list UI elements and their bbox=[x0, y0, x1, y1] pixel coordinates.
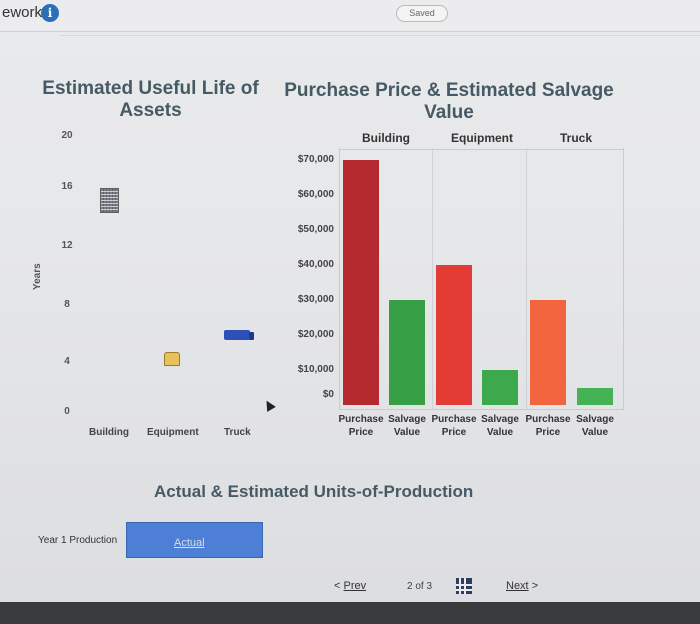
bar-truck-purchase bbox=[530, 300, 566, 405]
units-of-production-title: Actual & Estimated Units-of-Production bbox=[154, 482, 474, 501]
category-label-equipment: Equipment bbox=[147, 427, 199, 438]
bar-label: Salvage Value bbox=[476, 413, 524, 439]
years-tick-label: 8 bbox=[64, 299, 70, 310]
years-tick-label: 16 bbox=[61, 181, 73, 192]
bar-label-line: Salvage bbox=[481, 414, 519, 425]
price-tick-label: $0 bbox=[322, 389, 334, 400]
actual-label: Actual bbox=[174, 537, 205, 549]
bar-label-line: Price bbox=[348, 427, 374, 438]
bar-label: Salvage Value bbox=[571, 413, 619, 439]
info-icon[interactable]: i bbox=[41, 4, 59, 22]
bar-label-line: Purchase bbox=[431, 414, 477, 425]
bar-label: Purchase Price bbox=[430, 413, 478, 439]
page-indicator: 2 of 3 bbox=[407, 581, 433, 592]
bar-label-line: Price bbox=[535, 427, 561, 438]
top-bar: ework i Saved bbox=[0, 0, 700, 32]
bar-equipment-salvage bbox=[482, 370, 518, 405]
equipment-icon[interactable] bbox=[164, 352, 180, 366]
bar-equipment-purchase bbox=[436, 265, 472, 405]
price-tick-label: $70,000 bbox=[297, 154, 334, 165]
group-head-equipment: Equipment bbox=[451, 131, 513, 145]
mouse-cursor-icon bbox=[262, 398, 276, 412]
bar-label: Purchase Price bbox=[524, 413, 572, 439]
bottom-bezel bbox=[0, 602, 700, 624]
bar-label-line: Value bbox=[486, 427, 514, 438]
bar-label-line: Salvage bbox=[388, 414, 426, 425]
group-head-building: Building bbox=[362, 131, 410, 145]
group-divider bbox=[432, 148, 433, 410]
building-icon[interactable] bbox=[100, 188, 119, 213]
years-tick-label: 4 bbox=[64, 356, 70, 367]
divider bbox=[60, 35, 700, 36]
price-tick-label: $40,000 bbox=[297, 259, 334, 270]
bar-label-line: Purchase bbox=[525, 414, 571, 425]
bar-building-purchase bbox=[343, 160, 379, 405]
bar-label-line: Value bbox=[581, 427, 609, 438]
useful-life-chart-title: Estimated Useful Life of Assets bbox=[42, 78, 259, 121]
years-tick-label: 0 bbox=[64, 406, 70, 417]
bar-label-line: Purchase bbox=[338, 414, 384, 425]
year1-production-label: Year 1 Production bbox=[38, 535, 118, 546]
years-tick-label: 20 bbox=[61, 130, 73, 141]
group-divider bbox=[526, 148, 527, 410]
price-tick-label: $60,000 bbox=[297, 189, 334, 200]
bar-building-salvage bbox=[389, 300, 425, 405]
chevron-right-icon: > bbox=[531, 580, 539, 592]
app-title: ework bbox=[2, 4, 43, 21]
truck-icon[interactable] bbox=[224, 330, 254, 340]
price-chart-title: Purchase Price & Estimated Salvage Value bbox=[284, 80, 614, 123]
price-tick-label: $20,000 bbox=[297, 329, 334, 340]
bar-label: Purchase Price bbox=[337, 413, 385, 439]
saved-status-badge: Saved bbox=[396, 5, 448, 22]
grid-menu-icon[interactable] bbox=[456, 578, 472, 594]
bar-label-line: Value bbox=[393, 427, 421, 438]
prev-label: Prev bbox=[343, 580, 367, 592]
category-label-truck: Truck bbox=[224, 427, 251, 438]
bar-label-line: Salvage bbox=[576, 414, 614, 425]
price-tick-label: $30,000 bbox=[297, 294, 334, 305]
bar-truck-salvage bbox=[577, 387, 613, 405]
next-label: Next bbox=[506, 580, 529, 592]
chevron-left-icon: < bbox=[334, 580, 341, 592]
bar-label: Salvage Value bbox=[383, 413, 431, 439]
years-tick-label: 12 bbox=[61, 240, 73, 251]
prev-button[interactable]: < Prev bbox=[334, 580, 366, 592]
years-axis-label: Years bbox=[32, 263, 43, 290]
bar-label-line: Price bbox=[441, 427, 467, 438]
group-head-truck: Truck bbox=[560, 131, 593, 145]
price-tick-label: $10,000 bbox=[297, 364, 334, 375]
price-tick-label: $50,000 bbox=[297, 224, 334, 235]
category-label-building: Building bbox=[89, 427, 129, 438]
next-button[interactable]: Next > bbox=[506, 580, 538, 592]
